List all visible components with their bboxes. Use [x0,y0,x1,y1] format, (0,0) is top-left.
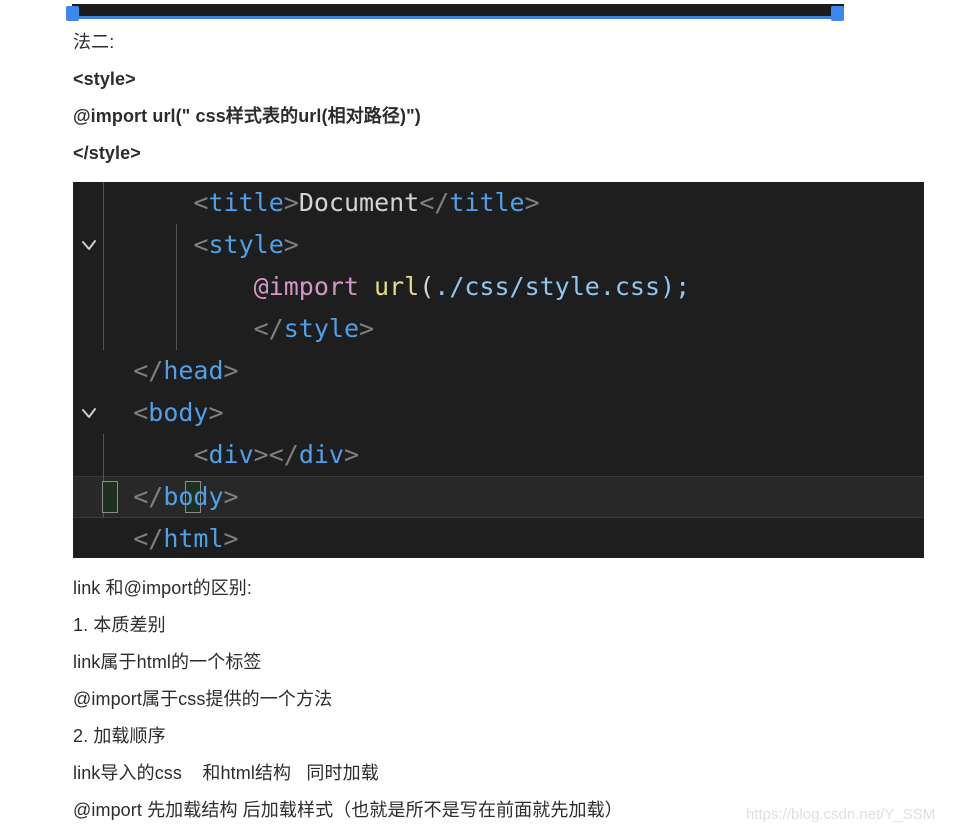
code-token: </ [419,188,450,217]
outro-line: link导入的css 和html结构 同时加载 [73,763,379,783]
code-token: > [208,398,224,427]
code-token: < [193,188,209,217]
outro-line: link属于html的一个标签 [73,652,262,672]
code-line-text: <style> [73,230,299,259]
code-token: head [163,356,224,385]
outro-line: 2. 加载顺序 [73,726,166,746]
code-token: body [163,482,224,511]
code-line-text: <div></div> [73,440,359,469]
code-line-text: <title>Document</title> [73,188,540,217]
intro-line: 法二: [73,32,115,52]
resize-handle-left[interactable] [66,6,79,21]
code-token: </ [133,524,164,553]
code-line[interactable]: </style> [73,308,924,350]
code-token: </ [133,356,164,385]
csdn-watermark: https://blog.csdn.net/Y_SSM [746,806,936,823]
code-fold-chevron-icon[interactable] [80,404,98,422]
code-token: title [208,188,284,217]
intro-line: @import url(" css样式表的url(相对路径)") [73,106,421,126]
resize-handle-right[interactable] [831,6,844,21]
code-token: > [524,188,540,217]
code-token: </ [253,314,284,343]
code-token: ; [675,272,691,301]
image-selection-strip [0,0,957,24]
code-token: < [193,230,209,259]
code-token: @import [253,272,359,301]
code-lines-container: <title>Document</title> <style> @import … [73,182,924,558]
code-fold-chevron-icon[interactable] [80,236,98,254]
intro-line: </style> [73,143,141,163]
code-line[interactable]: @import url(./css/style.css); [73,266,924,308]
code-token: > [283,230,299,259]
code-token: title [449,188,525,217]
code-line[interactable]: <style> [73,224,924,266]
code-token: </ [268,440,299,469]
code-token: ) [660,272,676,301]
code-line-text: @import url(./css/style.css); [73,272,691,301]
code-line[interactable]: <title>Document</title> [73,182,924,224]
intro-text-block: 法二: <style> @import url(" css样式表的url(相对路径)… [0,24,957,172]
code-token: > [223,524,239,553]
code-token: > [253,440,269,469]
code-token: > [223,482,239,511]
code-token: < [193,440,209,469]
code-line[interactable]: </head> [73,350,924,392]
code-token: Document [298,188,420,217]
outro-line: @import属于css提供的一个方法 [73,689,333,709]
code-line-text: </body> [73,482,239,511]
code-line-text: </html> [73,524,239,553]
selection-outline [72,16,844,19]
code-token: div [208,440,254,469]
intro-line: <style> [73,69,136,89]
code-token: > [283,188,299,217]
code-token: div [298,440,344,469]
code-line[interactable]: </html> [73,518,924,558]
code-token: ( [419,272,435,301]
article-body: 法二: <style> @import url(" css样式表的url(相对路径)… [0,24,957,172]
code-token: < [133,398,149,427]
code-line[interactable]: <div></div> [73,434,924,476]
code-token: > [223,356,239,385]
code-token: html [163,524,224,553]
code-token: > [359,314,375,343]
code-line-text: </head> [73,356,239,385]
code-line[interactable]: </body> [73,476,924,518]
code-screenshot: <title>Document</title> <style> @import … [73,182,924,558]
code-token: url [374,272,420,301]
outro-line: 1. 本质差别 [73,615,166,635]
code-line-text: </style> [73,314,374,343]
code-token: style [208,230,284,259]
outro-line: link 和@import的区别: [73,578,252,598]
code-token: > [343,440,360,469]
code-token: body [148,398,209,427]
code-line[interactable]: <body> [73,392,924,434]
outro-text-block: link 和@import的区别: 1. 本质差别 link属于html的一个标签 @… [0,570,957,829]
code-token: </ [133,482,164,511]
code-token: ./css/style.css [434,272,661,301]
code-token: style [283,314,359,343]
